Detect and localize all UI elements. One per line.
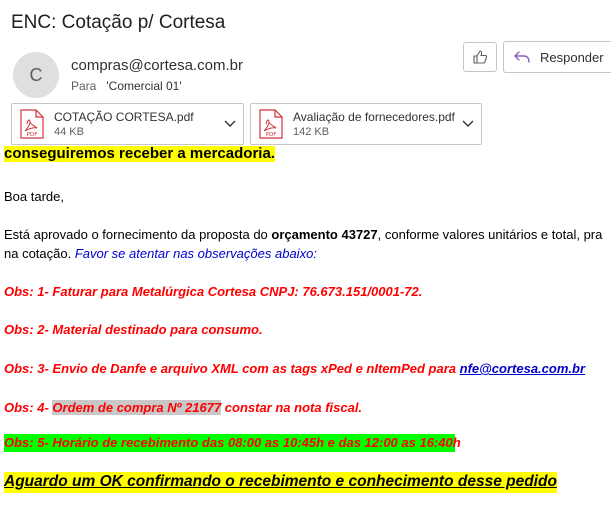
obs-4: Obs: 4- Ordem de compra Nº 21677 constar… (4, 400, 363, 415)
email-link[interactable]: nfe@cortesa.com.br (460, 361, 585, 376)
chevron-down-icon (462, 120, 474, 127)
paragraph-line-1: Está aprovado o fornecimento da proposta… (4, 227, 603, 242)
budget-number: orçamento 43727 (271, 227, 378, 242)
thumbs-up-icon (473, 50, 488, 64)
attachment-name: Avaliação de fornecedores.pdf (293, 110, 455, 124)
recipient-name[interactable]: 'Comercial 01' (106, 79, 181, 93)
chevron-down-icon (224, 120, 236, 127)
greeting: Boa tarde, (4, 189, 64, 204)
pdf-badge: PDF (27, 132, 38, 138)
attachment-size: 44 KB (54, 126, 84, 138)
to-label: Para (71, 79, 97, 93)
avatar-initial: C (29, 64, 43, 85)
attachment-card-1[interactable]: PDF COTAÇÃO CORTESA.pdf 44 KB (11, 103, 244, 145)
pdf-badge: PDF (266, 132, 277, 138)
pdf-icon: PDF (259, 109, 283, 139)
obs-2: Obs: 2- Material destinado para consumo. (4, 322, 263, 337)
obs-1: Obs: 1- Faturar para Metalúrgica Cortesa… (4, 284, 423, 299)
obs-5: Obs: 5- Horário de recebimento das 08:00… (4, 434, 461, 452)
paragraph-line-2: na cotação. Favor se atentar nas observa… (4, 246, 317, 261)
email-subject: ENC: Cotação p/ Cortesa (11, 12, 226, 33)
reply-label: Responder (540, 49, 604, 65)
attachment-card-2[interactable]: PDF Avaliação de fornecedores.pdf 142 KB (250, 103, 482, 145)
recipient-line: Para 'Comercial 01' (71, 79, 182, 93)
pdf-icon: PDF (20, 109, 44, 139)
attachment-menu-button[interactable] (217, 120, 243, 128)
attachment-menu-button[interactable] (455, 120, 481, 128)
reply-arrow-icon (514, 51, 530, 63)
sender-address[interactable]: compras@cortesa.com.br (71, 57, 243, 74)
observations-note: Favor se atentar nas observações abaixo: (74, 246, 317, 261)
obs-3: Obs: 3- Envio de Danfe e arquivo XML com… (4, 361, 586, 376)
like-button[interactable] (463, 42, 497, 72)
attachment-size: 142 KB (293, 126, 330, 138)
attachment-name: COTAÇÃO CORTESA.pdf (54, 110, 194, 124)
purchase-order: Ordem de compra Nº 21677 (52, 400, 222, 415)
reply-button[interactable]: Responder (503, 41, 611, 73)
closing-request: Aguardo um OK confirmando o recebimento … (4, 472, 557, 493)
sender-avatar[interactable]: C (13, 52, 59, 98)
cut-heading: conseguiremos receber a mercadoria. (4, 146, 275, 162)
